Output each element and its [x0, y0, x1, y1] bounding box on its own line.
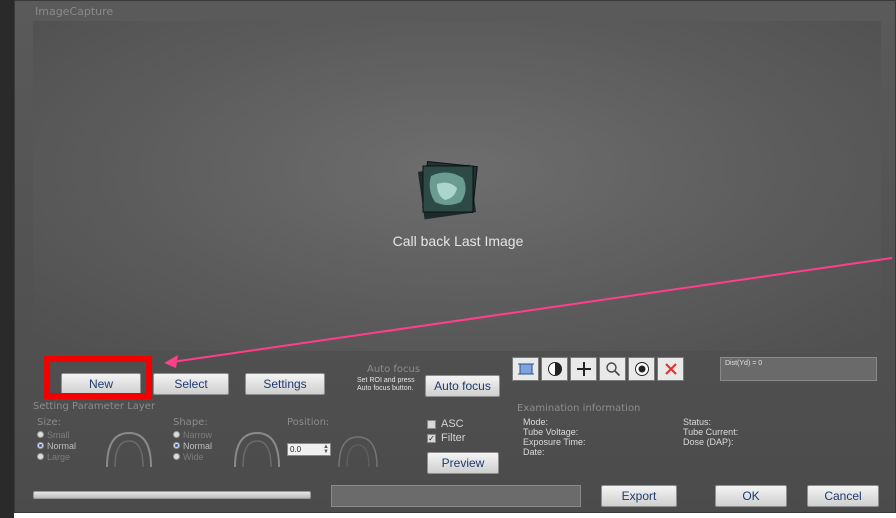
checkbox-box[interactable]: ✓: [427, 433, 436, 443]
select-button[interactable]: Select: [153, 373, 229, 395]
radio-button[interactable]: [173, 453, 180, 460]
radio-button[interactable]: [173, 442, 180, 449]
date-label: Date:: [523, 447, 545, 457]
position-label: Position:: [287, 417, 330, 428]
auto-focus-hint: Set ROI and press Auto focus button.: [357, 377, 415, 392]
contrast-icon[interactable]: [541, 357, 568, 381]
radio-button[interactable]: [37, 442, 44, 449]
shape-option-wide[interactable]: Wide: [173, 451, 212, 462]
shape-label: Shape:: [173, 417, 208, 428]
image-capture-window: ImageCapture Call back Last Image New Se…: [14, 0, 896, 513]
checkbox-box[interactable]: [427, 419, 436, 429]
distance-readout: Dist(Yd) = 0: [720, 357, 877, 381]
shape-option-label: Wide: [183, 451, 204, 462]
crosshair-icon[interactable]: [570, 357, 597, 381]
settings-button[interactable]: Settings: [245, 373, 325, 395]
asc-checkbox[interactable]: ASC: [427, 418, 464, 430]
radio-button[interactable]: [173, 431, 180, 438]
export-button[interactable]: Export: [601, 485, 677, 507]
exam-info-right: Status: Tube Current: Dose (DAP):: [683, 417, 738, 447]
shape-option-normal[interactable]: Normal: [173, 440, 212, 451]
window-title: ImageCapture: [35, 5, 114, 18]
filter-checkbox[interactable]: ✓ Filter: [427, 432, 465, 444]
exam-info-heading: Examination information: [517, 403, 641, 414]
exam-info-left: Mode: Tube Voltage: Exposure Time: Date:: [523, 417, 586, 457]
callback-last-image-label[interactable]: Call back Last Image: [363, 233, 553, 249]
select-roi-icon[interactable]: [512, 357, 539, 381]
radio-button[interactable]: [37, 431, 44, 438]
screenshot-stage: ImageCapture Call back Last Image New Se…: [0, 0, 896, 518]
size-option-label: Large: [47, 451, 71, 462]
new-button[interactable]: New: [61, 373, 141, 395]
auto-focus-heading: Auto focus: [367, 364, 421, 375]
preview-button[interactable]: Preview: [427, 452, 499, 474]
cancel-button[interactable]: Cancel: [807, 485, 879, 507]
mode-label: Mode:: [523, 417, 549, 427]
size-option-large[interactable]: Large: [37, 451, 76, 462]
shape-radio-group: Narrow Normal Wide: [173, 429, 212, 462]
size-option-small[interactable]: Small: [37, 429, 76, 440]
stepper-arrows-icon[interactable]: ▲ ▼: [323, 444, 329, 455]
size-radio-group: Small Normal Large: [37, 429, 76, 462]
size-label: Size:: [37, 417, 61, 428]
shape-arch-icon: [234, 431, 280, 468]
dose-label: Dose (DAP):: [683, 437, 734, 447]
asc-label: ASC: [441, 418, 464, 430]
ok-button[interactable]: OK: [715, 485, 787, 507]
delete-icon[interactable]: [657, 357, 684, 381]
image-tools-panel: Dist(Yd) = 0: [512, 357, 882, 385]
progress-bar: [33, 491, 311, 499]
left-edge-strip: [0, 0, 14, 518]
size-option-label: Small: [47, 429, 70, 440]
shape-option-label: Narrow: [183, 429, 213, 440]
exposure-time-label: Exposure Time:: [523, 437, 586, 447]
position-value: 0.0: [290, 445, 302, 454]
size-option-label: Normal: [47, 440, 77, 451]
radio-button[interactable]: [37, 453, 44, 460]
record-icon[interactable]: [628, 357, 655, 381]
auto-focus-button[interactable]: Auto focus: [425, 375, 500, 397]
shape-option-narrow[interactable]: Narrow: [173, 429, 212, 440]
position-arch-icon: [338, 436, 378, 468]
position-stepper[interactable]: 0.0 ▲ ▼: [287, 443, 331, 456]
settings-panel-heading: Setting Parameter Layer: [33, 401, 156, 412]
image-viewer[interactable]: Call back Last Image: [33, 21, 881, 351]
status-field: [331, 485, 581, 507]
shape-option-label: Normal: [183, 440, 213, 451]
filter-label: Filter: [441, 432, 466, 444]
status-label: Status:: [683, 417, 712, 427]
tube-voltage-label: Tube Voltage:: [523, 427, 579, 437]
zoom-icon[interactable]: [599, 357, 626, 381]
xray-image-icon[interactable]: [411, 154, 483, 226]
tube-current-label: Tube Current:: [683, 427, 739, 437]
size-arch-icon: [106, 431, 152, 468]
size-option-normal[interactable]: Normal: [37, 440, 76, 451]
